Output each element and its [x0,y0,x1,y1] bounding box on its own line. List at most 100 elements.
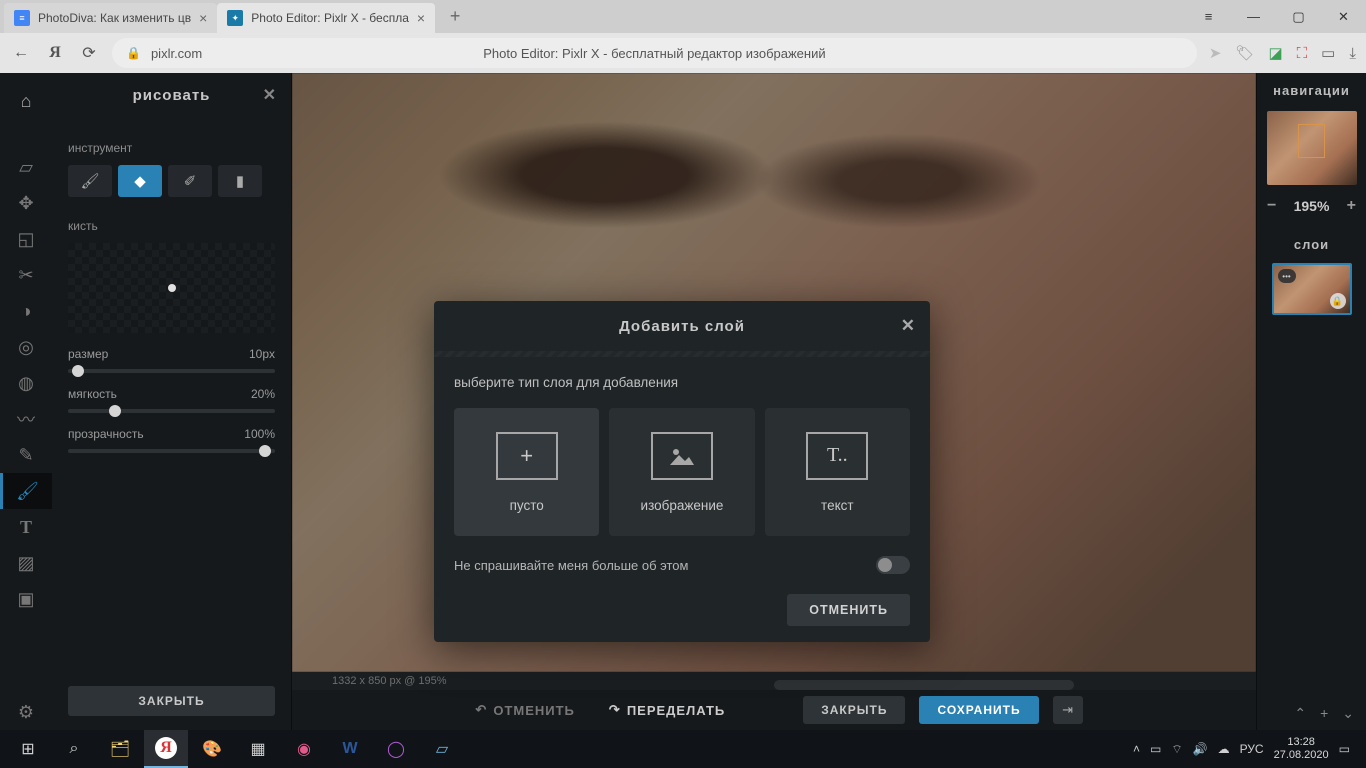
tab-label: PhotoDiva: Как изменить цв [38,11,191,25]
volume-tray-icon[interactable]: 🔊 [1193,742,1208,756]
yandex-browser-icon[interactable]: Я [144,730,188,768]
language-indicator[interactable]: РУС [1240,742,1264,756]
liquify-tool-icon[interactable]: 〰 [0,401,52,437]
modal-close-icon[interactable]: ✕ [901,316,916,336]
windows-taskbar: ⊞ ⌕ 🗂 Я 🎨 ▦ ◉ W ◯ ▱ ˄ ▭ ⌔ 🔊 ☁ РУС 13:28 … [0,730,1366,768]
minimize-icon[interactable]: — [1231,0,1276,33]
browser-menu-icon[interactable]: ≡ [1186,0,1231,33]
back-button[interactable]: ← [10,42,32,64]
close-icon[interactable]: × [417,10,425,26]
layer-menu-icon[interactable]: ••• [1278,269,1296,283]
frame-ext-icon[interactable]: ⛶ [1297,45,1308,62]
modal-cancel-button[interactable]: ОТМЕНИТЬ [787,594,910,626]
lock-icon: 🔒 [126,46,141,60]
app-icon[interactable]: ◉ [282,730,326,768]
layer-type-text[interactable]: T.. текст [765,408,910,536]
element-tool-icon[interactable]: ▨ [0,545,52,581]
draw-tool-icon[interactable]: 🖌 [0,473,52,509]
close-panel-icon[interactable]: ✕ [263,85,277,105]
redo-button[interactable]: ↷ПЕРЕДЕЛАТЬ [599,696,735,724]
cloud-tray-icon[interactable]: ☁ [1218,742,1230,756]
add-layer-icon[interactable]: + [1320,705,1328,722]
calculator-icon[interactable]: ▦ [236,730,280,768]
url-field[interactable]: 🔒 pixlr.com Photo Editor: Pixlr X - бесп… [112,38,1197,68]
chevron-up-icon[interactable]: ⌃ [1294,705,1306,722]
new-tab-button[interactable]: + [441,3,469,31]
layer-type-empty[interactable]: + пусто [454,408,599,536]
modal-header: Добавить слой ✕ [434,301,930,351]
opacity-slider[interactable] [68,449,275,453]
instrument-label: инструмент [68,141,275,155]
maximize-icon[interactable]: ▢ [1276,0,1321,33]
canvas-status-bar: 1332 x 850 px @ 195% [292,672,1256,690]
settings-icon[interactable]: ⚙ [0,694,52,730]
word-icon[interactable]: W [328,730,372,768]
retouch-tool-icon[interactable]: ✎ [0,437,52,473]
download-icon[interactable]: ⤓ [1349,45,1356,62]
bookmark-icon[interactable]: 🏷 [1235,44,1254,62]
explorer-icon[interactable]: 🗂 [98,730,142,768]
navigator-thumb[interactable] [1267,111,1357,185]
tray-chevron-icon[interactable]: ˄ [1133,742,1140,756]
tool-rail: ⌂ ▱ ✥ ◱ ✂ ◑ ◎ ◍ 〰 ✎ 🖌 T ▨ ▣ ⚙ [0,73,52,730]
notes-icon[interactable]: ▱ [420,730,464,768]
properties-tool-icon[interactable]: ▱ [0,149,52,185]
brush-mode-icon[interactable]: 🖌 [68,165,112,197]
wifi-tray-icon[interactable]: ⌔ [1171,742,1182,757]
undo-button[interactable]: ↶ОТМЕНИТЬ [465,696,584,724]
arrange-tool-icon[interactable]: ✥ [0,185,52,221]
zoom-in-button[interactable]: + [1347,197,1356,215]
instrument-row: 🖌 ◆ ✐ ▮ [68,165,275,197]
pixlr-icon: ✦ [227,10,243,26]
layers-title: слои [1257,229,1366,259]
add-image-tool-icon[interactable]: ▣ [0,581,52,617]
fill-mode-icon[interactable]: ▮ [218,165,262,197]
color-picker-mode-icon[interactable]: ✐ [168,165,212,197]
home-icon[interactable]: ⌂ [0,83,52,119]
layer-thumb[interactable]: ••• 🔒 [1272,263,1352,315]
layer-type-label: изображение [641,498,724,513]
dont-ask-toggle[interactable] [876,556,910,574]
start-icon[interactable]: ⊞ [6,730,50,768]
close-window-icon[interactable]: ✕ [1321,0,1366,33]
shield-ext-icon[interactable]: ◪ [1268,44,1282,62]
crop-tool-icon[interactable]: ◱ [0,221,52,257]
yandex-icon[interactable]: Я [44,42,66,64]
brush-preview[interactable] [68,243,275,333]
send-icon[interactable]: ➤ [1209,44,1222,62]
bottom-bar: ↶ОТМЕНИТЬ ↷ПЕРЕДЕЛАТЬ ЗАКРЫТЬ СОХРАНИТЬ … [292,690,1256,730]
canvas-dimensions: 1332 x 850 px @ 195% [332,675,447,687]
paint-icon[interactable]: 🎨 [190,730,234,768]
adjust-tool-icon[interactable]: ◑ [0,293,52,329]
chevron-down-icon[interactable]: ⌄ [1342,705,1354,722]
horizontal-scrollbar[interactable] [774,680,1074,690]
tab-pixlr[interactable]: ✦ Photo Editor: Pixlr X - беспла × [217,3,435,33]
app2-icon[interactable]: ◯ [374,730,418,768]
size-slider[interactable] [68,369,275,373]
softness-slider[interactable] [68,409,275,413]
gdoc-icon: ≡ [14,10,30,26]
battery-tray-icon[interactable]: ▭ [1150,742,1161,756]
cut-tool-icon[interactable]: ✂ [0,257,52,293]
text-tool-icon[interactable]: T [0,509,52,545]
eraser-mode-icon[interactable]: ◆ [118,165,162,197]
layer-type-image[interactable]: изображение [609,408,754,536]
filter-tool-icon[interactable]: ◍ [0,365,52,401]
save-button[interactable]: СОХРАНИТЬ [919,696,1038,724]
expand-icon[interactable]: ⇥ [1053,696,1083,724]
clock-time: 13:28 [1274,736,1329,749]
clock[interactable]: 13:28 27.08.2020 [1274,736,1329,762]
close-icon[interactable]: × [199,10,207,26]
zoom-out-button[interactable]: − [1267,197,1276,215]
battery-icon[interactable]: ▭ [1321,44,1335,62]
layer-lock-icon[interactable]: 🔒 [1330,293,1346,309]
softness-slider-row: мягкость20% [68,387,275,413]
effect-tool-icon[interactable]: ◎ [0,329,52,365]
tab-photodiva[interactable]: ≡ PhotoDiva: Как изменить цв × [4,3,217,33]
panel-close-button[interactable]: ЗАКРЫТЬ [68,686,275,716]
close-button[interactable]: ЗАКРЫТЬ [803,696,905,724]
reload-button[interactable]: ⟳ [78,42,100,64]
search-icon[interactable]: ⌕ [52,730,96,768]
notifications-icon[interactable]: ▭ [1339,742,1350,756]
modal-title: Добавить слой [619,318,745,335]
